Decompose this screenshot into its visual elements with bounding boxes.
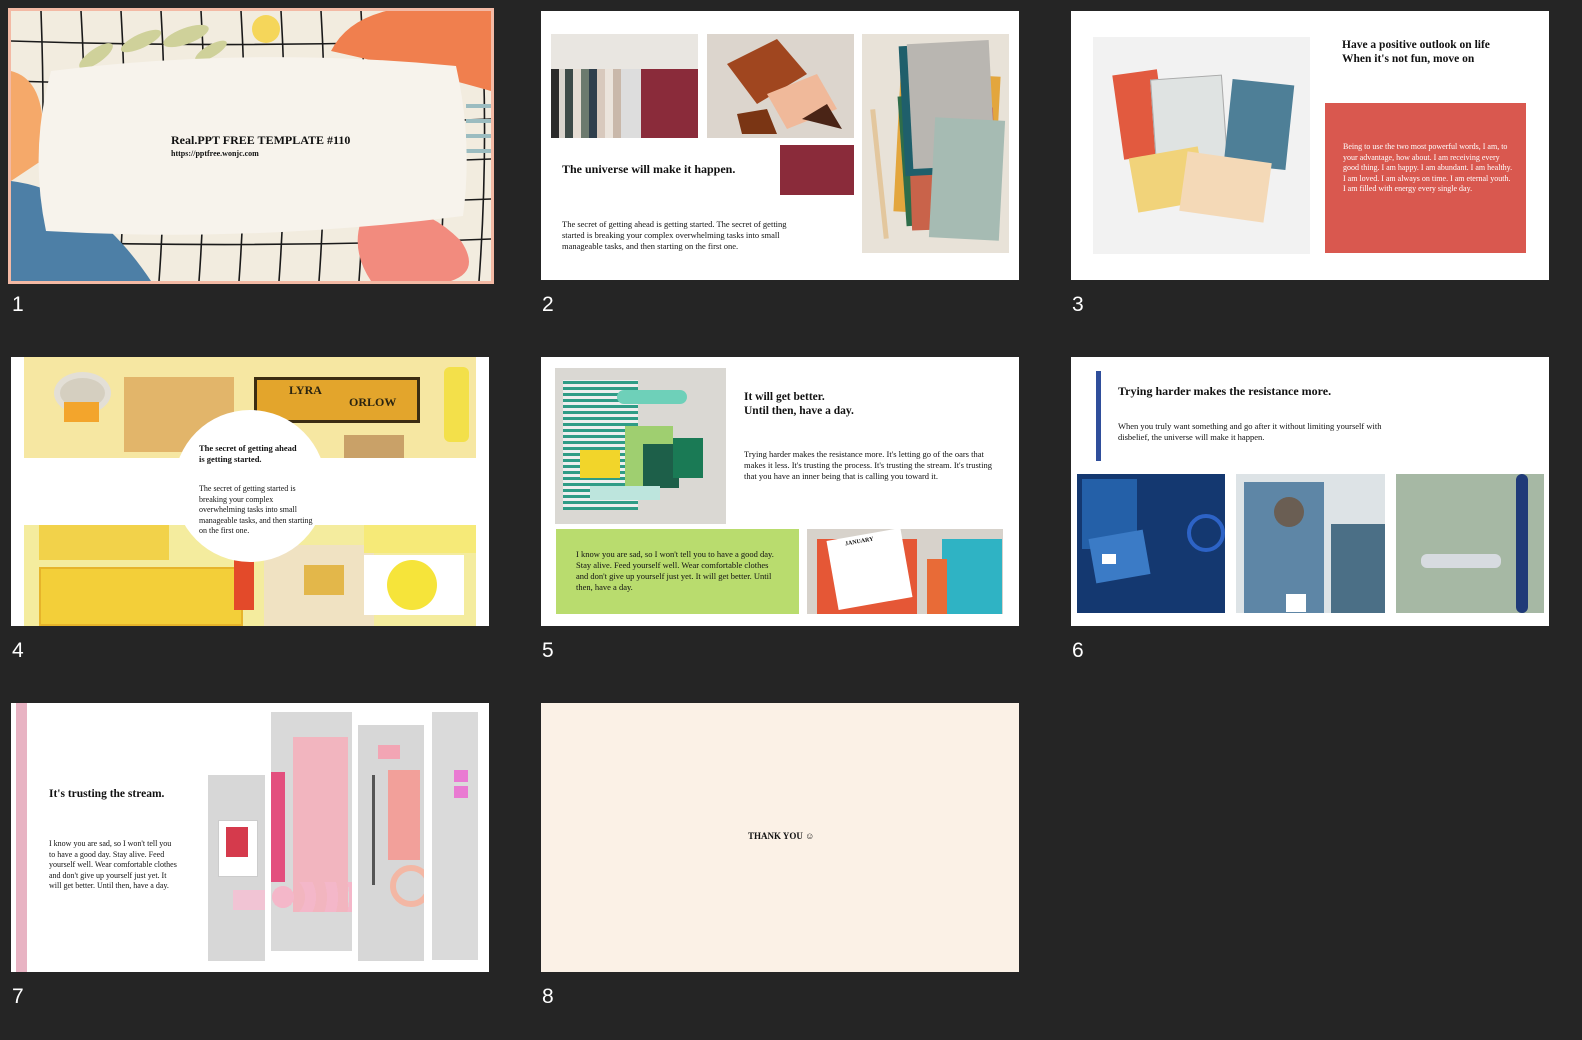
slide-6-photo-1 [1077,474,1225,613]
slide-thumbnail-5[interactable]: It will get better. Until then, have a d… [541,357,1019,626]
slide-4-body: The secret of getting started is breakin… [199,484,313,535]
slide-3-notebooks-photo [1093,37,1310,254]
slide-thumbnail-7[interactable]: It's trusting the stream. I know you are… [11,703,489,972]
slide-thumbnail-8[interactable]: THANK YOU ☺ [541,703,1019,972]
slide-5-calendar-photo: JANUARY [807,529,1003,614]
slide-5-title-line-1: It will get better. [744,391,825,403]
slide-6-accent-bar [1096,371,1101,461]
slide-1-url: https://pptfree.wonjc.com [171,149,259,158]
slide-2-notebooks-photo [551,34,698,138]
slide-4-photo-brand: LYRA [289,383,322,397]
slide-number-6: 6 [1072,639,1084,662]
slide-7-accent-bar [16,703,27,972]
slide-2-leather-photo [707,34,854,138]
slide-5-green-box: I know you are sad, so I won't tell you … [556,529,799,614]
slide-number-5: 5 [542,639,554,662]
slide-6-photo-2 [1236,474,1385,613]
slide-2-folders-photo [862,34,1009,253]
slide-7-photo-strip-4 [432,712,478,960]
slide-5-green-box-text: I know you are sad, so I won't tell you … [576,549,774,592]
slide-2-maroon-block [780,145,854,195]
slide-thumbnail-4[interactable]: LYRA ORLOW The secret of getting ahead i… [11,357,489,626]
slide-number-7: 7 [12,985,24,1008]
slide-3-title-line-2: When it's not fun, move on [1342,53,1475,65]
slide-5-title-line-2: Until then, have a day. [744,405,854,417]
slide-thumbnail-2[interactable]: The universe will make it happen. The se… [541,11,1019,280]
slide-7-photo-strip-3 [358,725,424,961]
slide-number-2: 2 [542,293,554,316]
slide-6-photo-3 [1396,474,1544,613]
slide-7-body: I know you are sad, so I won't tell you … [49,839,177,891]
slide-6-body: When you truly want something and go aft… [1118,421,1382,442]
slide-2-title: The universe will make it happen. [562,162,736,176]
slide-number-3: 3 [1072,293,1084,316]
slide-4-title: The secret of getting ahead is getting s… [199,443,297,464]
slide-8-thank-you: THANK YOU ☺ [748,831,815,841]
slide-5-body: Trying harder makes the resistance more.… [744,449,992,481]
slide-thumbnail-1[interactable]: Real.PPT FREE TEMPLATE #110 https://pptf… [8,8,494,284]
slide-number-8: 8 [542,985,554,1008]
slide-7-title: It's trusting the stream. [49,788,165,800]
slide-5-stationery-photo [555,368,726,524]
slide-thumbnail-6[interactable]: Trying harder makes the resistance more.… [1071,357,1549,626]
slide-number-4: 4 [12,639,24,662]
slide-7-photo-strip-1 [208,775,265,961]
slide-3-red-panel: Being to use the two most powerful words… [1325,103,1526,253]
slide-4-photo-brand-2: ORLOW [349,395,397,409]
slide-1-title: Real.PPT FREE TEMPLATE #110 [171,133,351,147]
slide-6-title: Trying harder makes the resistance more. [1118,384,1332,398]
slide-3-title-line-1: Have a positive outlook on life [1342,39,1490,51]
slide-7-photo-strip-2 [271,712,352,951]
slide-3-body: Being to use the two most powerful words… [1343,142,1513,194]
slide-2-body: The secret of getting ahead is getting s… [562,219,787,251]
slide-number-1: 1 [12,293,24,316]
slide-thumbnail-3[interactable]: Have a positive outlook on life When it'… [1071,11,1549,280]
